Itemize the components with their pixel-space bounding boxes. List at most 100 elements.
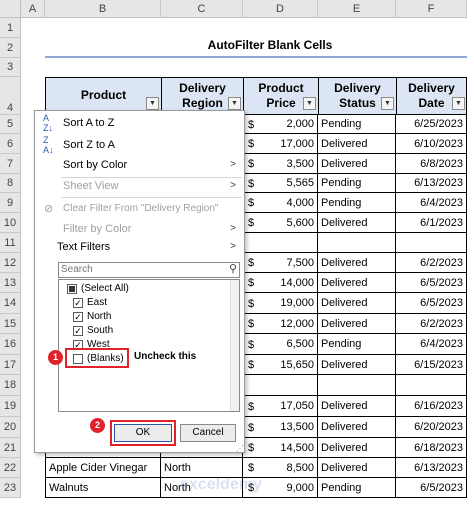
cancel-button[interactable]: Cancel (180, 424, 236, 442)
filter-option[interactable]: (Select All) (67, 282, 207, 296)
resize-grip-icon[interactable]: ⋰ (236, 444, 244, 453)
checkbox[interactable]: ✓ (73, 298, 83, 308)
column-header-d[interactable]: D (243, 0, 318, 18)
select-all-corner[interactable] (0, 0, 21, 18)
row-header-5[interactable]: 5 (0, 115, 21, 134)
row-header-21[interactable]: 21 (0, 438, 21, 458)
row-header-6[interactable]: 6 (0, 134, 21, 154)
cell-price[interactable]: 3,500 (243, 154, 318, 174)
cell-date[interactable]: 6/2/2023 (396, 314, 467, 334)
checkbox[interactable]: ✓ (73, 326, 83, 336)
column-header-a[interactable]: A (21, 0, 45, 18)
cell-price[interactable]: 17,050 (243, 396, 318, 417)
list-scrollbar[interactable] (230, 280, 239, 411)
filter-button-date[interactable]: ▼ (452, 97, 465, 110)
row-header-4[interactable]: 4 (0, 77, 21, 115)
cell-status[interactable]: Delivered (318, 396, 396, 417)
filter-button-product[interactable]: ▼ (146, 97, 159, 110)
cell-price[interactable]: 17,000 (243, 134, 318, 154)
cell-status[interactable]: Delivered (318, 438, 396, 458)
cell-date[interactable]: 6/1/2023 (396, 213, 467, 233)
cell-price[interactable]: 14,000 (243, 273, 318, 293)
row-header-13[interactable]: 13 (0, 273, 21, 293)
filter-button-price[interactable]: ▼ (303, 97, 316, 110)
column-header-c[interactable]: C (161, 0, 243, 18)
cell-status[interactable]: Pending (318, 174, 396, 193)
cell-status[interactable]: Delivered (318, 314, 396, 334)
cell-status[interactable]: Delivered (318, 417, 396, 438)
cell-product[interactable]: Walnuts (45, 478, 161, 498)
filter-button-status[interactable]: ▼ (381, 97, 394, 110)
row-header-11[interactable]: 11 (0, 233, 21, 253)
row-header-1[interactable]: 1 (0, 18, 21, 38)
cell-price[interactable]: 2,000 (243, 115, 318, 134)
cell-price[interactable]: 13,500 (243, 417, 318, 438)
cell-date[interactable]: 6/2/2023 (396, 253, 467, 273)
cell-price[interactable]: 14,500 (243, 438, 318, 458)
cell-date[interactable]: 6/5/2023 (396, 293, 467, 314)
cell-price[interactable]: 7,500 (243, 253, 318, 273)
cell-price[interactable]: 5,600 (243, 213, 318, 233)
cell-date[interactable] (396, 233, 467, 253)
cell-date[interactable]: 6/5/2023 (396, 273, 467, 293)
cell-status[interactable] (318, 375, 396, 396)
row-header-20[interactable]: 20 (0, 417, 21, 438)
cell-date[interactable]: 6/16/2023 (396, 396, 467, 417)
menu-sort-z-to-a[interactable]: Z A↓ Sort Z to A (35, 135, 244, 155)
cell-date[interactable]: 6/13/2023 (396, 174, 467, 193)
filter-search-input[interactable]: Search ⚲ (58, 262, 240, 278)
cell-price[interactable]: 5,565 (243, 174, 318, 193)
row-header-16[interactable]: 16 (0, 334, 21, 355)
cell-price[interactable]: 6,500 (243, 334, 318, 355)
cell-region[interactable]: North (161, 458, 243, 478)
cell-price[interactable] (243, 233, 318, 253)
row-header-10[interactable]: 10 (0, 213, 21, 233)
cell-date[interactable]: 6/4/2023 (396, 334, 467, 355)
cell-price[interactable]: 4,000 (243, 193, 318, 213)
filter-option[interactable]: ✓ North (73, 310, 213, 324)
cell-status[interactable]: Delivered (318, 355, 396, 375)
cell-status[interactable]: Delivered (318, 293, 396, 314)
cell-date[interactable]: 6/10/2023 (396, 134, 467, 154)
row-header-14[interactable]: 14 (0, 293, 21, 314)
cell-status[interactable]: Delivered (318, 253, 396, 273)
cell-status[interactable]: Pending (318, 334, 396, 355)
filter-option[interactable]: ✓ East (73, 296, 213, 310)
row-header-17[interactable]: 17 (0, 355, 21, 375)
filter-option[interactable]: ✓ South (73, 324, 213, 338)
cell-status[interactable]: Pending (318, 478, 396, 498)
checkbox[interactable]: ✓ (73, 312, 83, 322)
cell-price[interactable]: 19,000 (243, 293, 318, 314)
cell-status[interactable]: Delivered (318, 213, 396, 233)
cell-date[interactable]: 6/5/2023 (396, 478, 467, 498)
column-header-b[interactable]: B (45, 0, 161, 18)
menu-sort-a-to-z[interactable]: A Z↓ Sort A to Z (35, 113, 244, 133)
row-header-9[interactable]: 9 (0, 193, 21, 213)
row-header-18[interactable]: 18 (0, 375, 21, 396)
checkbox[interactable] (67, 284, 77, 294)
menu-text-filters[interactable]: Text Filters > (35, 237, 244, 257)
cell-date[interactable]: 6/4/2023 (396, 193, 467, 213)
cell-status[interactable]: Delivered (318, 154, 396, 174)
cell-status[interactable]: Pending (318, 193, 396, 213)
cell-date[interactable]: 6/18/2023 (396, 438, 467, 458)
row-header-7[interactable]: 7 (0, 154, 21, 174)
row-header-12[interactable]: 12 (0, 253, 21, 273)
cell-date[interactable]: 6/25/2023 (396, 115, 467, 134)
row-header-15[interactable]: 15 (0, 314, 21, 334)
row-header-23[interactable]: 23 (0, 478, 21, 498)
cell-date[interactable]: 6/20/2023 (396, 417, 467, 438)
row-header-3[interactable]: 3 (0, 58, 21, 77)
row-header-8[interactable]: 8 (0, 174, 21, 193)
cell-status[interactable]: Delivered (318, 458, 396, 478)
cell-product[interactable]: Apple Cider Vinegar (45, 458, 161, 478)
column-header-e[interactable]: E (318, 0, 396, 18)
filter-button-region[interactable]: ▼ (228, 97, 241, 110)
menu-sort-by-color[interactable]: Sort by Color > (35, 155, 244, 175)
cell-status[interactable]: Delivered (318, 273, 396, 293)
cell-price[interactable]: 12,000 (243, 314, 318, 334)
cell-date[interactable]: 6/8/2023 (396, 154, 467, 174)
column-header-f[interactable]: F (396, 0, 467, 18)
row-header-19[interactable]: 19 (0, 396, 21, 417)
cell-price[interactable]: 8,500 (243, 458, 318, 478)
